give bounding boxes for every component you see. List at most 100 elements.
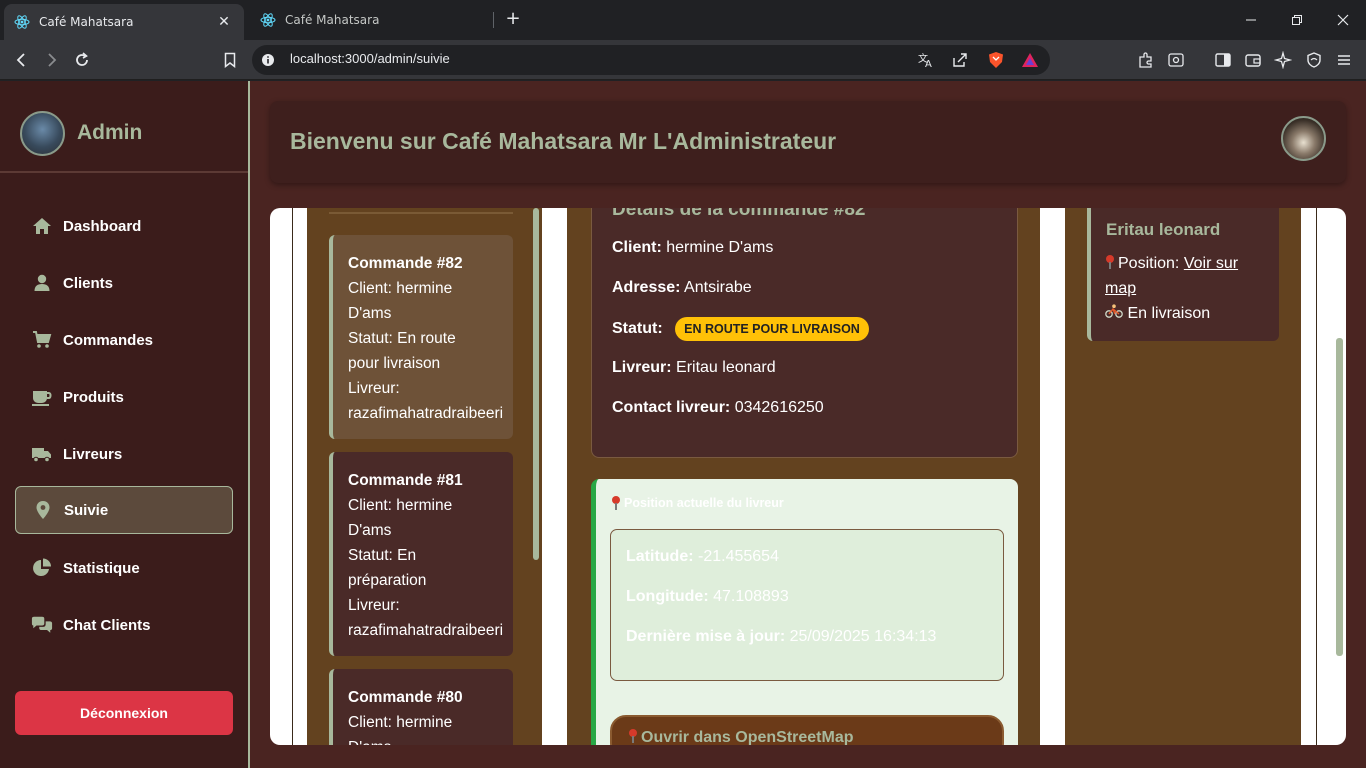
orders-scrollbar[interactable] [533, 208, 539, 560]
brave-shield-icon[interactable] [986, 50, 1006, 70]
sidebar-item-livreurs[interactable]: Livreurs [15, 430, 233, 478]
coffee-avatar[interactable] [1281, 116, 1326, 161]
order-status: Statut: En [348, 547, 417, 564]
map-pin-icon [32, 499, 54, 521]
last-update-row: Dernière mise à jour: 25/09/2025 16:34:1… [626, 628, 936, 646]
view-on-map-link[interactable]: Voir sur [1184, 255, 1238, 272]
new-tab-icon[interactable]: + [502, 8, 524, 30]
svg-text:A: A [925, 59, 932, 69]
driver-status: En livraison [1105, 301, 1210, 326]
driver-card[interactable]: Eritau leonard Position: Voir sur map En… [1087, 208, 1279, 341]
tab-separator [493, 12, 494, 28]
wallet-icon[interactable] [1239, 46, 1267, 74]
detail-driver: Livreur: Eritau leonard [612, 359, 776, 377]
order-detail-card: Détails de la commande #82 Client: hermi… [591, 208, 1018, 458]
bookmark-icon[interactable] [216, 46, 244, 74]
sidebar-item-statistique[interactable]: Statistique [15, 544, 233, 592]
leo-ai-icon[interactable] [1269, 46, 1297, 74]
menu-icon[interactable] [1330, 46, 1358, 74]
order-card-80[interactable]: Commande #80 Client: hermine D'ams [329, 669, 513, 745]
orders-list: Commande #82 Client: hermine D'ams Statu… [307, 208, 542, 745]
order-client-cont: D'ams [348, 522, 392, 539]
logout-button[interactable]: Déconnexion [15, 691, 233, 735]
screenshot-search-icon[interactable] [1162, 46, 1190, 74]
vpn-icon[interactable] [1300, 46, 1328, 74]
sidebar: Admin Dashboard Clients Commandes Produi… [0, 81, 250, 768]
translate-icon[interactable]: 文A [916, 50, 936, 70]
sidebar-item-produits[interactable]: Produits [15, 373, 233, 421]
sidebar-title: Admin [77, 121, 143, 144]
driver-position-label: Position: [1118, 255, 1180, 272]
detail-driver-value: Eritau leonard [676, 359, 776, 376]
last-update-label: Dernière mise à jour: [626, 628, 786, 645]
sidebar-item-suivie[interactable]: Suivie [15, 486, 233, 534]
detail-contact: Contact livreur: 0342616250 [612, 399, 824, 417]
sidebar-item-label: Livreurs [63, 445, 123, 463]
order-title: Commande #80 [348, 689, 463, 706]
chat-icon [31, 614, 53, 636]
order-driver-label: Livreur: [348, 380, 400, 397]
sidebar-toggle-icon[interactable] [1209, 46, 1237, 74]
order-card-81[interactable]: Commande #81 Client: hermine D'ams Statu… [329, 452, 513, 656]
latitude-value: -21.455654 [698, 548, 779, 565]
close-tab-icon[interactable]: ✕ [214, 14, 234, 30]
back-icon[interactable] [8, 46, 36, 74]
order-client-cont: D'ams [348, 305, 392, 322]
driver-name: Eritau leonard [1106, 220, 1221, 239]
url-text[interactable]: localhost:3000/admin/suivie [290, 51, 450, 66]
order-client: Client: hermine [348, 714, 453, 731]
sidebar-item-label: Chat Clients [63, 616, 151, 634]
longitude-label: Longitude: [626, 588, 709, 605]
sidebar-item-label: Dashboard [63, 217, 142, 235]
close-window-icon[interactable] [1320, 0, 1366, 40]
view-on-map-link-cont[interactable]: map [1105, 280, 1136, 297]
order-status: Statut: En route [348, 330, 456, 347]
order-status-cont: préparation [348, 572, 427, 589]
address-bar[interactable]: localhost:3000/admin/suivie 文A [252, 45, 1050, 75]
drivers-panel: Eritau leonard Position: Voir sur map En… [1065, 208, 1301, 745]
map-pin-icon [628, 729, 638, 743]
cart-icon [31, 329, 53, 351]
detail-status-label: Statut: [612, 320, 663, 338]
detail-contact-label: Contact livreur: [612, 399, 731, 416]
browser-tab-active[interactable]: Café Mahatsara ✕ [4, 4, 244, 40]
site-info-icon[interactable] [258, 50, 278, 70]
brave-rewards-icon[interactable] [1020, 50, 1040, 70]
share-icon[interactable] [950, 50, 970, 70]
driver-position: Position: Voir sur map [1105, 251, 1238, 301]
home-icon [31, 215, 53, 237]
order-client: Client: hermine [348, 280, 453, 297]
sidebar-item-label: Suivie [64, 501, 109, 519]
minimize-icon[interactable] [1228, 0, 1274, 40]
order-driver: razafimahatradraibeeri [348, 622, 504, 639]
order-client-cont: D'ams [348, 735, 513, 745]
detail-client-value: hermine D'ams [666, 239, 774, 256]
sidebar-item-dashboard[interactable]: Dashboard [15, 202, 233, 250]
order-driver: razafimahatradraibeeri [348, 405, 504, 422]
restore-icon[interactable] [1274, 0, 1320, 40]
open-osm-button[interactable]: Ouvrir dans OpenStreetMap [610, 715, 1004, 745]
longitude-row: Longitude: 47.108893 [626, 588, 789, 606]
browser-tab-inactive[interactable]: Café Mahatsara [250, 4, 494, 36]
sidebar-item-label: Clients [63, 274, 114, 292]
page-header: Bienvenu sur Café Mahatsara Mr L'Adminis… [270, 101, 1346, 183]
user-icon [31, 272, 53, 294]
extensions-icon[interactable] [1132, 46, 1160, 74]
browser-tab-bar: Café Mahatsara ✕ Café Mahatsara + [0, 0, 1366, 40]
order-card-82[interactable]: Commande #82 Client: hermine D'ams Statu… [329, 235, 513, 439]
detail-address-value: Antsirabe [684, 279, 752, 296]
sidebar-item-clients[interactable]: Clients [15, 259, 233, 307]
app-page: Admin Dashboard Clients Commandes Produi… [0, 81, 1366, 768]
truck-icon [31, 443, 53, 465]
detail-contact-value: 0342616250 [734, 399, 824, 416]
forward-icon[interactable] [37, 46, 65, 74]
sidebar-item-chat-clients[interactable]: Chat Clients [15, 601, 233, 649]
reload-icon[interactable] [68, 46, 96, 74]
page-scrollbar[interactable] [1336, 338, 1343, 656]
sidebar-item-commandes[interactable]: Commandes [15, 316, 233, 364]
divider [1316, 208, 1317, 745]
sidebar-item-label: Produits [63, 388, 124, 406]
latitude-row: Latitude: -21.455654 [626, 548, 779, 566]
tab-title: Café Mahatsara [285, 13, 380, 27]
order-detail-panel: Détails de la commande #82 Client: hermi… [567, 208, 1040, 745]
